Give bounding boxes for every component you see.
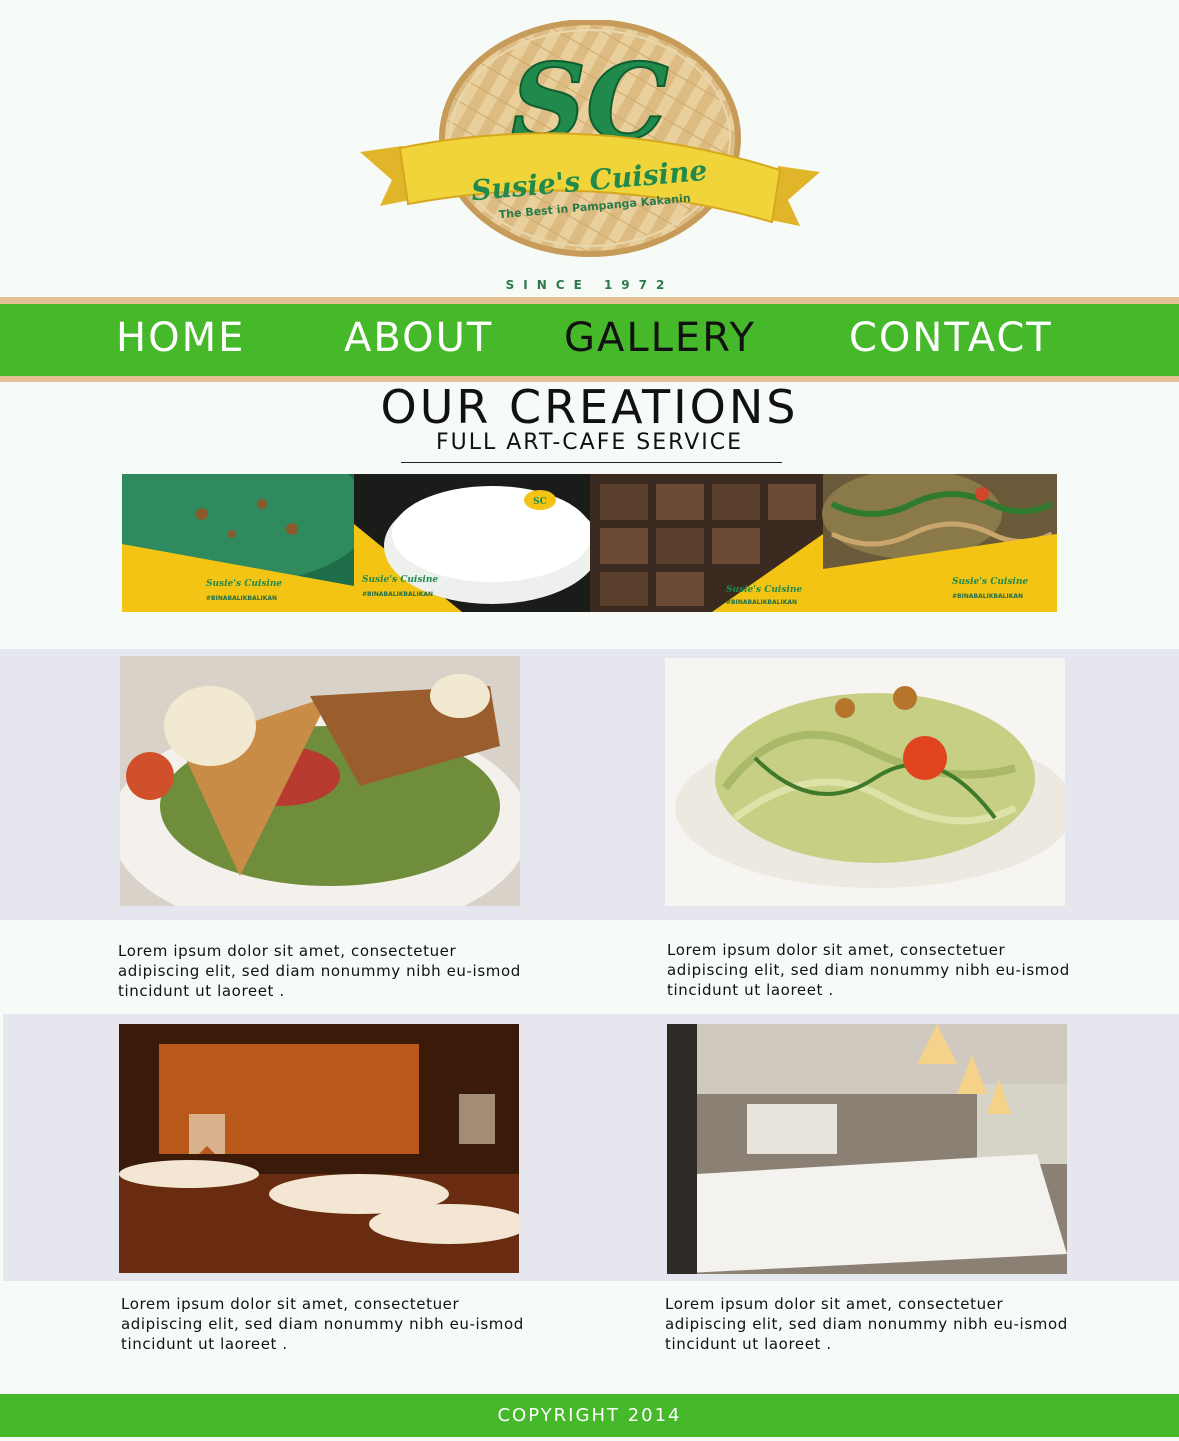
- banner-tile-white-cake[interactable]: SC Susie's Cuisine #BINABALIKBALIKAN: [354, 474, 600, 612]
- nav-gallery[interactable]: GALLERY: [564, 314, 756, 362]
- section-subtitle: FULL ART-CAFE SERVICE: [435, 430, 744, 455]
- creations-banner: Susie's Cuisine #BINABALIKBALIKAN SC Sus…: [122, 474, 1057, 612]
- banner-tile-4-hashtag: #BINABALIKBALIKAN: [952, 593, 1023, 600]
- copyright-text: COPYRIGHT 2014: [497, 1405, 682, 1426]
- svg-text:SC: SC: [533, 497, 547, 507]
- gallery-caption-3: Lorem ipsum dolor sit amet, consectetuer…: [121, 1295, 524, 1353]
- gallery-photo-restaurant-interior[interactable]: [667, 1024, 1067, 1274]
- gallery-caption-2: Lorem ipsum dolor sit amet, consectetuer…: [667, 941, 1070, 999]
- nav-about[interactable]: ABOUT: [344, 314, 493, 362]
- gallery-caption-4: Lorem ipsum dolor sit amet, consectetuer…: [665, 1295, 1068, 1353]
- banner-tile-1-hashtag: #BINABALIKBALIKAN: [206, 595, 277, 602]
- gallery-photo-dining-table[interactable]: [119, 1024, 519, 1273]
- nav-top-rule: [0, 297, 1179, 304]
- banner-tile-2-brand: Susie's Cuisine: [362, 575, 438, 585]
- banner-tile-1-brand: Susie's Cuisine: [206, 579, 282, 589]
- banner-tile-pancit[interactable]: Susie's Cuisine #BINABALIKBALIKAN: [822, 474, 1057, 612]
- banner-tile-4-brand: Susie's Cuisine: [952, 577, 1028, 587]
- banner-tile-3-brand: Susie's Cuisine: [726, 585, 802, 595]
- subtitle-underline: [401, 462, 782, 463]
- banner-tile-2-hashtag: #BINABALIKBALIKAN: [362, 591, 433, 598]
- banner-tile-brownies[interactable]: Susie's Cuisine #BINABALIKBALIKAN: [590, 474, 823, 612]
- gallery-photo-papaya-salad[interactable]: [665, 658, 1065, 906]
- nav-home[interactable]: HOME: [116, 314, 245, 362]
- banner-tile-3-hashtag: #BINABALIKBALIKAN: [726, 599, 797, 606]
- gallery-photo-salad-toast[interactable]: [120, 656, 520, 906]
- nav-contact[interactable]: CONTACT: [849, 314, 1053, 362]
- since-text: SINCE 1972: [505, 278, 674, 292]
- section-title: OUR CREATIONS: [380, 380, 799, 434]
- susies-cuisine-logo[interactable]: SC Susie's Cuisine The Best in Pampanga …: [340, 20, 840, 290]
- gallery-caption-1: Lorem ipsum dolor sit amet, consectetuer…: [118, 942, 521, 1000]
- banner-tile-green-kakanin[interactable]: Susie's Cuisine #BINABALIKBALIKAN: [122, 474, 372, 612]
